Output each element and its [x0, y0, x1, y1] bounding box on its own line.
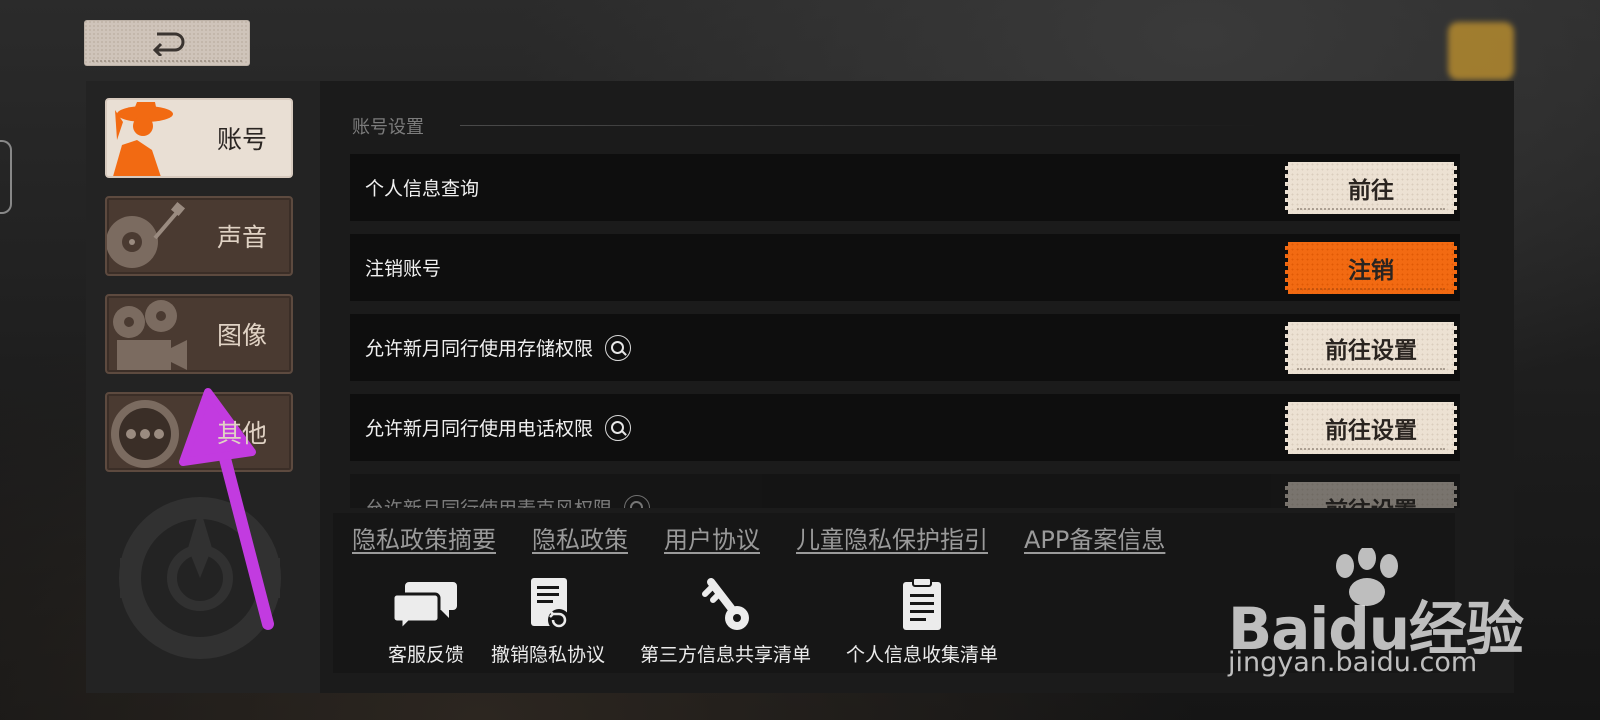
background-decoration: [1448, 22, 1514, 80]
button-label: 前往设置: [1325, 498, 1417, 508]
button-label: 注销: [1348, 258, 1394, 284]
button-label: 前往设置: [1325, 418, 1417, 444]
tool-label: 个人信息收集清单: [846, 644, 999, 666]
personal-info-collection-button[interactable]: 个人信息收集清单: [846, 576, 998, 667]
sidebar-item-label: 其他: [216, 419, 267, 448]
child-privacy-link[interactable]: 儿童隐私保护指引: [796, 520, 988, 555]
gear-decoration-icon: [119, 497, 281, 659]
third-party-sharing-button[interactable]: 第三方信息共享清单: [640, 576, 811, 667]
search-icon[interactable]: [624, 494, 651, 508]
user-agreement-link[interactable]: 用户协议: [664, 520, 760, 555]
row-label: 个人信息查询: [365, 178, 480, 200]
legal-links: 隐私政策摘要 隐私政策 用户协议 儿童隐私保护指引 APP备案信息: [352, 520, 1201, 555]
more-dots-icon: [111, 400, 179, 468]
key-icon: [701, 578, 749, 630]
section-divider: [460, 125, 1260, 126]
row-label: 允许新月同行使用麦克风权限: [365, 494, 612, 508]
sidebar-item-label: 账号: [216, 125, 267, 154]
sidebar-item-account[interactable]: 账号: [105, 98, 293, 178]
section-title: 账号设置: [352, 117, 424, 138]
tool-label: 撤销隐私协议: [491, 644, 606, 666]
document-undo-icon: [531, 578, 570, 631]
sidebar-item-sound[interactable]: 声音: [105, 196, 293, 276]
privacy-summary-link[interactable]: 隐私政策摘要: [352, 520, 496, 555]
tool-label: 第三方信息共享清单: [640, 644, 812, 666]
turntable-icon: [107, 201, 186, 268]
settings-row-mic-permission: 允许新月同行使用麦克风权限 前往设置: [350, 474, 1460, 508]
goto-button[interactable]: 前往: [1285, 162, 1457, 214]
sidebar-item-other[interactable]: 其他: [105, 392, 293, 472]
sidebar-item-label: 图像: [216, 321, 267, 350]
privacy-policy-link[interactable]: 隐私政策: [532, 520, 628, 555]
sidebar-item-image[interactable]: 图像: [105, 294, 293, 374]
device-edge: [0, 140, 12, 214]
return-arrow-icon: [152, 32, 185, 56]
goto-settings-button[interactable]: 前往设置: [1285, 482, 1457, 508]
settings-row-phone-permission: 允许新月同行使用电话权限 前往设置: [350, 394, 1460, 461]
chat-bubbles-icon: [391, 582, 457, 634]
revoke-privacy-button[interactable]: 撤销隐私协议: [491, 576, 605, 667]
settings-row-storage-permission: 允许新月同行使用存储权限 前往设置: [350, 314, 1460, 381]
search-icon[interactable]: [605, 334, 632, 361]
back-button[interactable]: [84, 20, 250, 66]
cowboy-character-icon: [107, 100, 197, 176]
watermark-url: jingyan.baidu.com: [1228, 647, 1478, 678]
app-filing-link[interactable]: APP备案信息: [1024, 520, 1165, 555]
film-camera-icon: [113, 300, 187, 370]
goto-settings-button[interactable]: 前往设置: [1285, 322, 1457, 374]
customer-feedback-button[interactable]: 客服反馈: [388, 576, 464, 667]
settings-row-personal-info: 个人信息查询 前往: [350, 154, 1460, 221]
button-label: 前往: [1348, 178, 1394, 204]
row-label: 允许新月同行使用电话权限: [365, 418, 594, 440]
row-label: 注销账号: [365, 258, 442, 280]
watermark: Baidu经验 jingyan.baidu.com: [1228, 548, 1528, 682]
sidebar-item-label: 声音: [216, 223, 267, 252]
button-label: 前往设置: [1325, 338, 1417, 364]
clipboard-icon: [903, 577, 941, 630]
settings-row-cancel-account: 注销账号 注销: [350, 234, 1460, 301]
settings-list[interactable]: 个人信息查询 前往 注销账号 注销 允许新月同行使用存储权限 前往设置 允许新月…: [350, 150, 1460, 508]
cancel-account-button[interactable]: 注销: [1285, 242, 1457, 294]
row-label: 允许新月同行使用存储权限: [365, 338, 594, 360]
search-icon[interactable]: [605, 414, 632, 441]
goto-settings-button[interactable]: 前往设置: [1285, 402, 1457, 454]
tool-label: 客服反馈: [388, 644, 465, 666]
